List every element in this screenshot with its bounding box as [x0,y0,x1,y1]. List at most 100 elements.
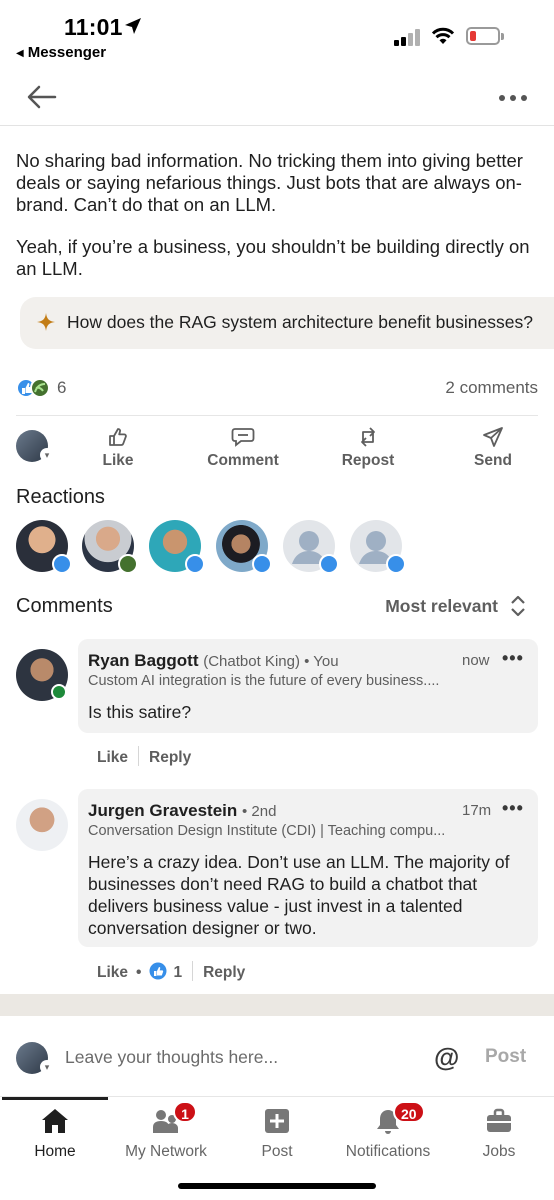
active-tab-indicator [2,1097,108,1100]
reactor-avatar-placeholder[interactable] [283,520,339,574]
thumbs-up-icon [109,428,127,446]
comment-more-icon[interactable]: ••• [502,798,524,819]
send-button[interactable]: Send [443,426,543,470]
reactor-avatar[interactable] [82,520,138,574]
separator [138,746,140,766]
like-badge-icon [252,554,272,574]
commenter-name-text: Ryan Baggott [88,651,199,670]
like-badge-icon [52,554,72,574]
reaction-icons[interactable] [16,376,56,400]
composer-switch-caret-icon[interactable]: ▾ [40,1060,54,1074]
post-action-bar: ▾ Like Comment Repost Send [0,420,554,476]
comment-text: Here’s a crazy idea. Don’t use an LLM. T… [88,852,510,938]
social-counts: 6 2 comments [16,374,538,404]
comment-bubble: Ryan Baggott (Chatbot King) • You now ••… [78,639,538,733]
tab-home[interactable]: Home [0,1105,110,1161]
commenter-name[interactable]: Jurgen Gravestein • 2nd [88,801,276,821]
like-badge-icon [386,554,406,574]
back-arrow-icon[interactable] [24,82,60,112]
comment-timestamp: 17m [462,802,492,819]
repost-button[interactable]: Repost [318,426,418,470]
support-badge-icon [118,554,138,574]
reactor-avatar[interactable] [216,520,272,574]
reactions-heading: Reactions [16,486,105,508]
ai-suggestion-chip[interactable]: How does the RAG system architecture ben… [20,297,554,349]
comment-actions: Like • 1 Reply [97,961,245,982]
comment-like-count[interactable]: 1 [173,964,182,981]
commenter-avatar[interactable] [16,799,68,851]
wifi-icon [431,27,455,44]
clock: 11:01 [64,14,123,40]
reactor-avatar[interactable] [149,520,205,574]
back-app-label: Messenger [27,44,107,61]
like-badge-icon [319,554,339,574]
repost-label: Repost [341,452,395,469]
commenter-headline: Conversation Design Institute (CDI) | Te… [88,823,446,839]
comment-actions: Like Reply [97,746,191,767]
comment-text: Is this satire? [88,702,192,722]
tab-label: My Network [125,1143,207,1160]
plus-square-icon [265,1109,289,1133]
send-label: Send [474,452,512,469]
reaction-count[interactable]: 6 [57,378,66,398]
comment-like-button[interactable]: Like [97,964,128,981]
briefcase-icon [487,1108,511,1132]
repost-icon [361,427,375,447]
connection-degree: • 2nd [242,803,277,820]
post-comment-button[interactable]: Post [485,1046,526,1068]
sort-chevrons-icon[interactable] [508,594,528,618]
like-button[interactable]: Like [68,426,168,470]
tab-label: Home [34,1143,76,1160]
comment-input[interactable]: Leave your thoughts here... [65,1047,278,1068]
notification-badge: 1 [173,1101,197,1123]
commenter-name[interactable]: Ryan Baggott (Chatbot King) • You [88,651,339,671]
actor-switch-caret-icon[interactable]: ▾ [40,448,54,462]
sort-dropdown[interactable]: Most relevant [385,596,498,617]
comment-button[interactable]: Comment [193,426,293,470]
tab-label: Post [261,1143,293,1160]
comment-reply-button[interactable]: Reply [149,749,191,766]
tab-label: Jobs [482,1143,516,1160]
back-triangle-icon: ◀ [16,48,24,59]
like-reaction-icon [149,962,167,980]
comment-timestamp: now [462,652,490,669]
ai-suggestion-text: How does the RAG system architecture ben… [67,312,533,332]
like-label: Like [102,452,134,469]
separator-dot: • [136,964,142,981]
online-status-icon [51,684,67,700]
comment-more-icon[interactable]: ••• [502,648,524,669]
post-paragraph: No sharing bad information. No tricking … [16,150,523,215]
section-separator [0,994,554,1016]
comment-bubble: Jurgen Gravestein • 2nd 17m ••• Conversa… [78,789,538,947]
home-icon [42,1109,68,1133]
battery-icon [466,27,500,45]
top-nav [0,70,554,126]
reactor-avatar[interactable] [16,520,72,574]
separator [192,961,194,981]
post-body: No sharing bad information. No tricking … [16,150,546,300]
like-badge-icon [185,554,205,574]
comment-bubble-icon [231,428,255,447]
tab-label: Notifications [345,1143,431,1160]
sparkle-icon [37,313,55,331]
tab-jobs[interactable]: Jobs [444,1105,554,1161]
tab-post[interactable]: Post [222,1105,332,1161]
commenter-meta: (Chatbot King) • You [203,653,339,670]
tab-my-network[interactable]: 1 My Network [111,1101,221,1161]
mention-at-icon[interactable]: @ [434,1042,459,1073]
cellular-signal-icon [394,28,424,46]
comment-like-button[interactable]: Like [97,749,128,766]
notification-badge: 20 [393,1101,425,1123]
back-to-app-link[interactable]: ◀ Messenger [16,44,106,61]
comment-label: Comment [207,452,279,469]
reactor-avatar-placeholder[interactable] [350,520,406,574]
comment-reply-button[interactable]: Reply [203,964,245,981]
comment-composer: ▾ Leave your thoughts here... @ Post [0,1016,554,1096]
post-paragraph: Yeah, if you’re a business, you shouldn’… [16,236,530,279]
comment-count[interactable]: 2 comments [445,378,538,398]
location-arrow-icon [125,18,141,34]
more-options-icon[interactable] [494,86,534,110]
commenter-headline: Custom AI integration is the future of e… [88,673,440,689]
tab-notifications[interactable]: 20 Notifications [333,1101,443,1161]
send-paper-plane-icon [483,427,503,447]
